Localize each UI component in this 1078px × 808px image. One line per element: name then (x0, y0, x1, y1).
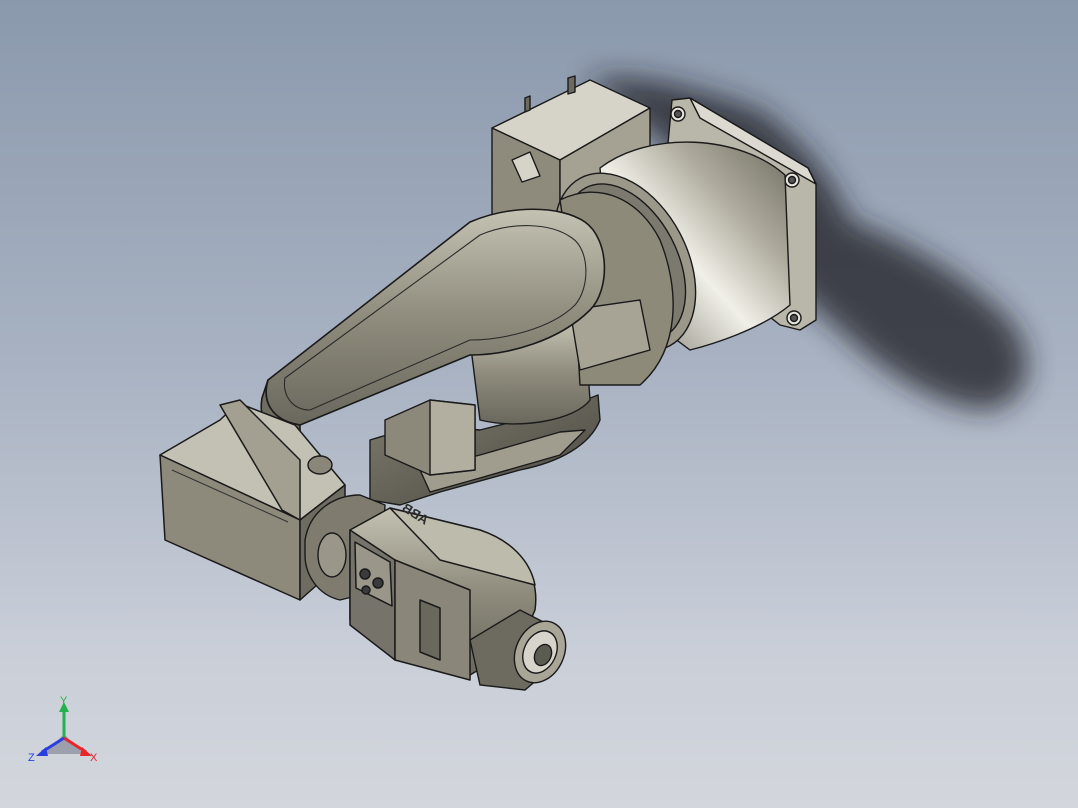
x-axis-label: X (90, 752, 98, 764)
robot-model-scene[interactable]: ABB (0, 0, 1078, 808)
orientation-triad: Y X Z (28, 696, 98, 764)
z-axis-arrow-icon (36, 747, 48, 756)
graphics-viewport[interactable]: ABB Y X Z (0, 0, 1078, 808)
z-axis-label: Z (28, 752, 35, 764)
y-axis-label: Y (60, 696, 68, 707)
